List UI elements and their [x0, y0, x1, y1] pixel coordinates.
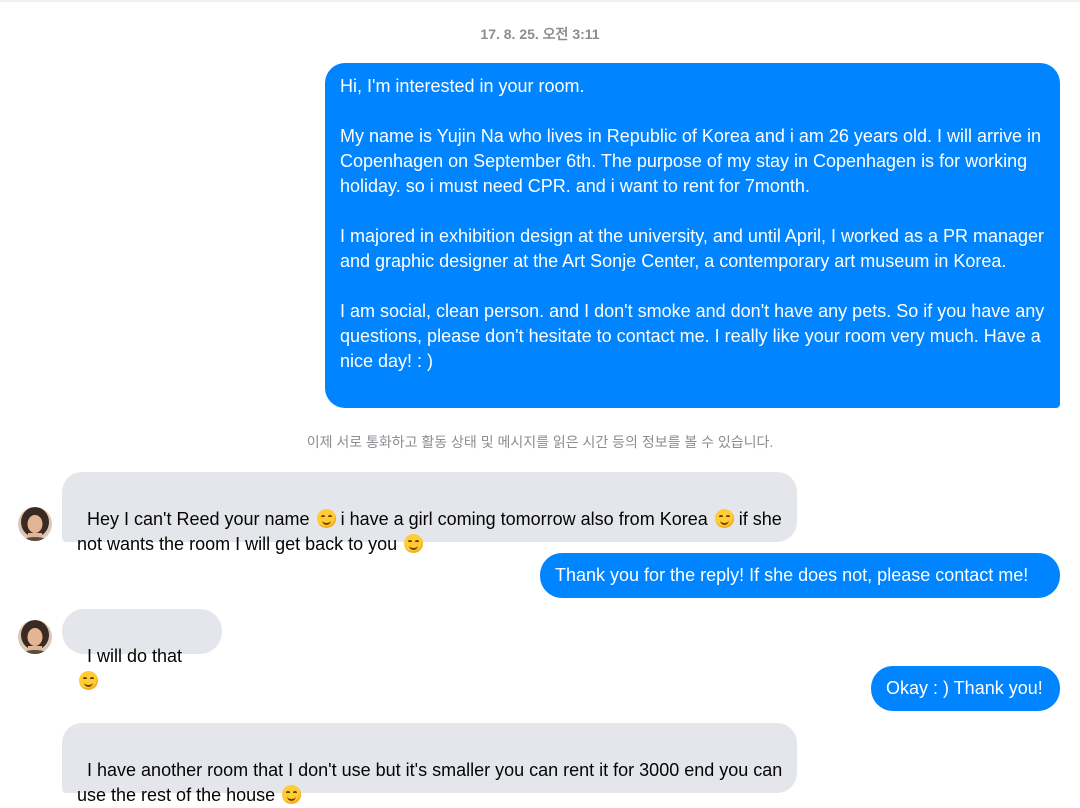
outgoing-message-bubble[interactable]: Okay : ) Thank you! [871, 666, 1060, 711]
smiling-face-emoji-icon [316, 509, 336, 528]
incoming-message-bubble[interactable]: I will do that [62, 609, 222, 690]
avatar-photo-icon [18, 620, 52, 654]
message-text: I have another room that I don't use but… [77, 760, 788, 805]
incoming-message-bubble[interactable]: I have another room that I don't use but… [62, 723, 797, 805]
outgoing-message-bubble[interactable]: Hi, I'm interested in your room. My name… [325, 63, 1060, 408]
message-text: Hey I can't Reed your name [87, 509, 315, 529]
activity-status-notice: 이제 서로 통화하고 활동 상태 및 메시지를 읽은 시간 등의 정보를 볼 수… [306, 434, 774, 450]
message-text: I will do that [87, 646, 188, 666]
message-text: i have a girl coming tomorrow also from … [335, 509, 713, 529]
avatar-photo-icon [18, 507, 52, 541]
smiling-face-emoji-icon [79, 671, 98, 690]
smiling-face-emoji-icon [404, 534, 424, 553]
contact-avatar[interactable] [18, 620, 52, 654]
incoming-message-bubble[interactable]: Hey I can't Reed your name i have a girl… [62, 472, 797, 554]
smiling-face-emoji-icon [714, 509, 734, 528]
outgoing-message-bubble[interactable]: Thank you for the reply! If she does not… [540, 553, 1060, 598]
message-timestamp: 17. 8. 25. 오전 3:11 [480, 26, 600, 42]
contact-avatar[interactable] [18, 507, 52, 541]
top-divider [0, 0, 1080, 2]
